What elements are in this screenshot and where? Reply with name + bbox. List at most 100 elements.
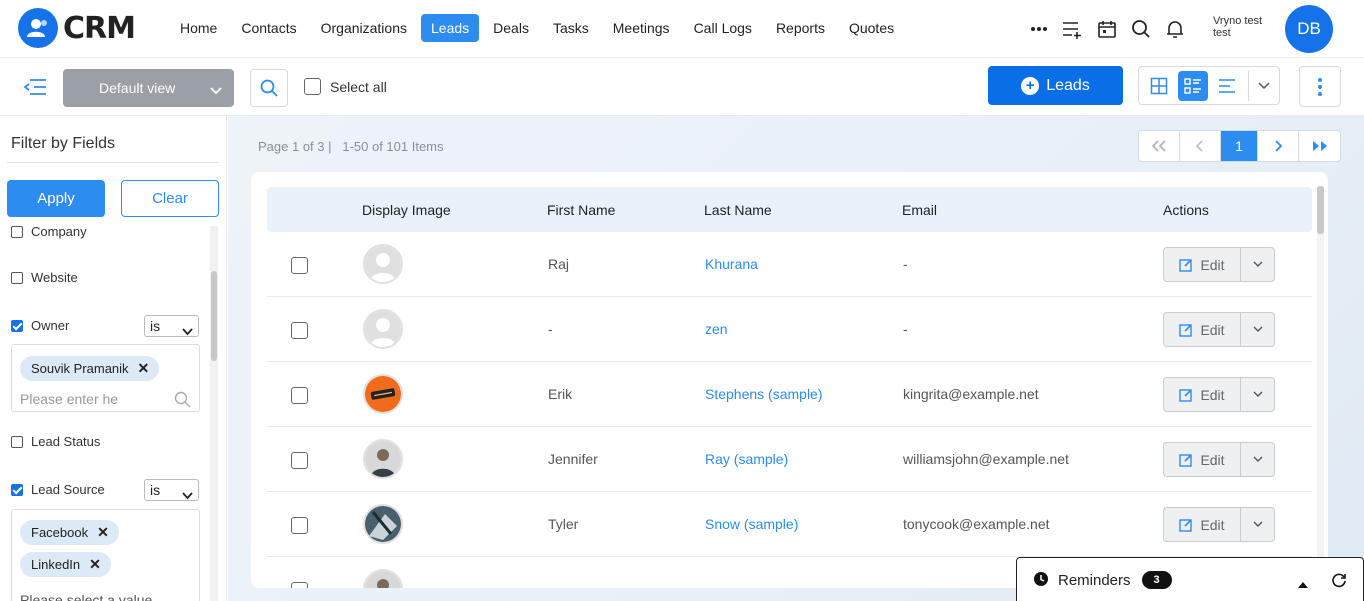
add-list-icon[interactable]: [1056, 14, 1090, 44]
refresh-icon[interactable]: [1331, 572, 1347, 591]
calendar-icon[interactable]: [1090, 14, 1124, 44]
table-scroll-thumb[interactable]: [1317, 186, 1324, 234]
align-left-icon[interactable]: [1212, 71, 1242, 101]
edit-button[interactable]: Edit: [1164, 508, 1241, 541]
chevron-down-icon[interactable]: [1241, 443, 1274, 476]
add-leads-button[interactable]: + Leads: [988, 66, 1123, 105]
nav-item-quotes[interactable]: Quotes: [839, 14, 904, 42]
cell-last-name-link[interactable]: Stephens (sample): [705, 386, 823, 402]
filter-field-company[interactable]: Company: [11, 224, 87, 239]
close-icon[interactable]: ✕: [97, 524, 109, 541]
nav-item-meetings[interactable]: Meetings: [603, 14, 680, 42]
table-row[interactable]: - zen - Edit: [267, 297, 1312, 362]
chevron-down-icon[interactable]: [1241, 313, 1274, 346]
owner-value-box[interactable]: Souvik Pramanik ✕ Please enter he: [11, 344, 200, 412]
header-first-name[interactable]: First Name: [547, 202, 615, 218]
prev-page-icon[interactable]: [1180, 131, 1221, 161]
filter-field-lead-status[interactable]: Lead Status: [11, 434, 100, 449]
collapse-sidebar-icon[interactable]: [20, 76, 48, 98]
header-email[interactable]: Email: [902, 202, 937, 218]
row-checkbox[interactable]: [291, 387, 308, 404]
bell-icon[interactable]: [1158, 14, 1192, 44]
header-last-name[interactable]: Last Name: [704, 202, 772, 218]
edit-button[interactable]: Edit: [1164, 313, 1241, 346]
next-page-icon[interactable]: [1258, 131, 1299, 161]
filter-field-owner[interactable]: Owner: [11, 318, 69, 333]
cell-last-name-link[interactable]: Khurana: [705, 256, 758, 272]
cell-email: -: [903, 256, 908, 272]
owner-search-input[interactable]: Please enter he: [20, 391, 122, 407]
apply-button[interactable]: Apply: [7, 180, 105, 217]
main-content: Page 1 of 3 | 1-50 of 101 Items 1 Displa…: [228, 116, 1364, 601]
cell-last-name-link[interactable]: Snow (sample): [705, 516, 798, 532]
caret-up-icon[interactable]: [1298, 575, 1308, 591]
edit-button[interactable]: Edit: [1164, 378, 1241, 411]
website-checkbox[interactable]: [11, 271, 23, 284]
more-options-button[interactable]: [1299, 66, 1341, 107]
sidebar-scroll-thumb[interactable]: [211, 271, 217, 361]
field-label: Owner: [31, 318, 70, 333]
row-checkbox[interactable]: [291, 257, 308, 274]
chevron-down-icon[interactable]: [1241, 248, 1274, 281]
cell-last-name-link[interactable]: zen: [705, 321, 728, 337]
row-checkbox[interactable]: [291, 517, 308, 534]
search-icon[interactable]: [1124, 14, 1158, 44]
select-all-checkbox[interactable]: [304, 78, 321, 95]
header-display-image[interactable]: Display Image: [362, 202, 451, 218]
nav-item-deals[interactable]: Deals: [483, 14, 539, 42]
owner-operator-select[interactable]: is: [144, 315, 199, 337]
nav-item-leads[interactable]: Leads: [421, 14, 480, 42]
select-all[interactable]: Select all: [304, 78, 387, 95]
clear-button[interactable]: Clear: [121, 180, 219, 217]
edit-icon: [1179, 323, 1193, 337]
table-row[interactable]: Erik Stephens (sample) kingrita@example.ne…: [267, 362, 1312, 427]
reminders-panel[interactable]: Reminders 3: [1016, 557, 1364, 601]
table-row[interactable]: Raj Khurana - Edit: [267, 232, 1312, 297]
nav-item-contacts[interactable]: Contacts: [231, 14, 306, 42]
chip-facebook: Facebook ✕: [20, 520, 119, 545]
cell-last-name-link[interactable]: Ray (sample): [705, 451, 788, 467]
owner-checkbox[interactable]: [11, 319, 23, 332]
row-checkbox[interactable]: [291, 582, 308, 588]
grid-view-icon[interactable]: [1144, 71, 1174, 101]
first-page-icon[interactable]: [1139, 131, 1180, 161]
user-name[interactable]: Vryno test test: [1213, 15, 1262, 39]
chip-owner: Souvik Pramanik ✕: [20, 356, 160, 381]
lead-source-operator-select[interactable]: is: [144, 479, 199, 501]
close-icon[interactable]: ✕: [138, 360, 150, 377]
filter-field-website[interactable]: Website: [11, 270, 78, 285]
avatar[interactable]: DB: [1285, 5, 1333, 53]
nav-item-reports[interactable]: Reports: [766, 14, 835, 42]
app-logo[interactable]: CRM: [18, 8, 136, 48]
current-page[interactable]: 1: [1221, 131, 1258, 161]
last-page-icon[interactable]: [1299, 131, 1340, 161]
nav-item-home[interactable]: Home: [170, 14, 227, 42]
lead-source-checkbox[interactable]: [11, 483, 23, 496]
view-select[interactable]: Default view: [63, 69, 234, 107]
list-view-icon[interactable]: [1178, 70, 1208, 101]
lead-source-select-input[interactable]: Please select a value: [20, 592, 170, 601]
cell-email: williamsjohn@example.net: [903, 451, 1069, 467]
ellipsis-icon[interactable]: [1022, 14, 1056, 44]
close-icon[interactable]: ✕: [89, 556, 101, 573]
nav-item-tasks[interactable]: Tasks: [543, 14, 599, 42]
edit-button[interactable]: Edit: [1164, 443, 1241, 476]
chevron-down-icon[interactable]: [1248, 70, 1278, 101]
table-scrollbar[interactable]: [1317, 186, 1324, 588]
edit-button[interactable]: Edit: [1164, 248, 1241, 281]
row-checkbox[interactable]: [291, 322, 308, 339]
chevron-down-icon[interactable]: [1241, 378, 1274, 411]
lead-status-checkbox[interactable]: [11, 435, 23, 448]
nav-item-call-logs[interactable]: Call Logs: [684, 14, 762, 42]
chevron-down-icon[interactable]: [1241, 508, 1274, 541]
table-row[interactable]: Tyler Snow (sample) tonycook@example.net Ed…: [267, 492, 1312, 557]
row-checkbox[interactable]: [291, 452, 308, 469]
lead-display-image: [363, 309, 403, 349]
nav-item-organizations[interactable]: Organizations: [311, 14, 417, 42]
company-checkbox[interactable]: [11, 225, 23, 238]
view-select-label: Default view: [99, 80, 176, 96]
lead-source-value-box[interactable]: Facebook ✕ LinkedIn ✕ Please select a va…: [11, 509, 200, 601]
filter-field-lead-source[interactable]: Lead Source: [11, 482, 105, 497]
search-button[interactable]: [250, 69, 288, 107]
table-row[interactable]: Jennifer Ray (sample) williamsjohn@example…: [267, 427, 1312, 492]
